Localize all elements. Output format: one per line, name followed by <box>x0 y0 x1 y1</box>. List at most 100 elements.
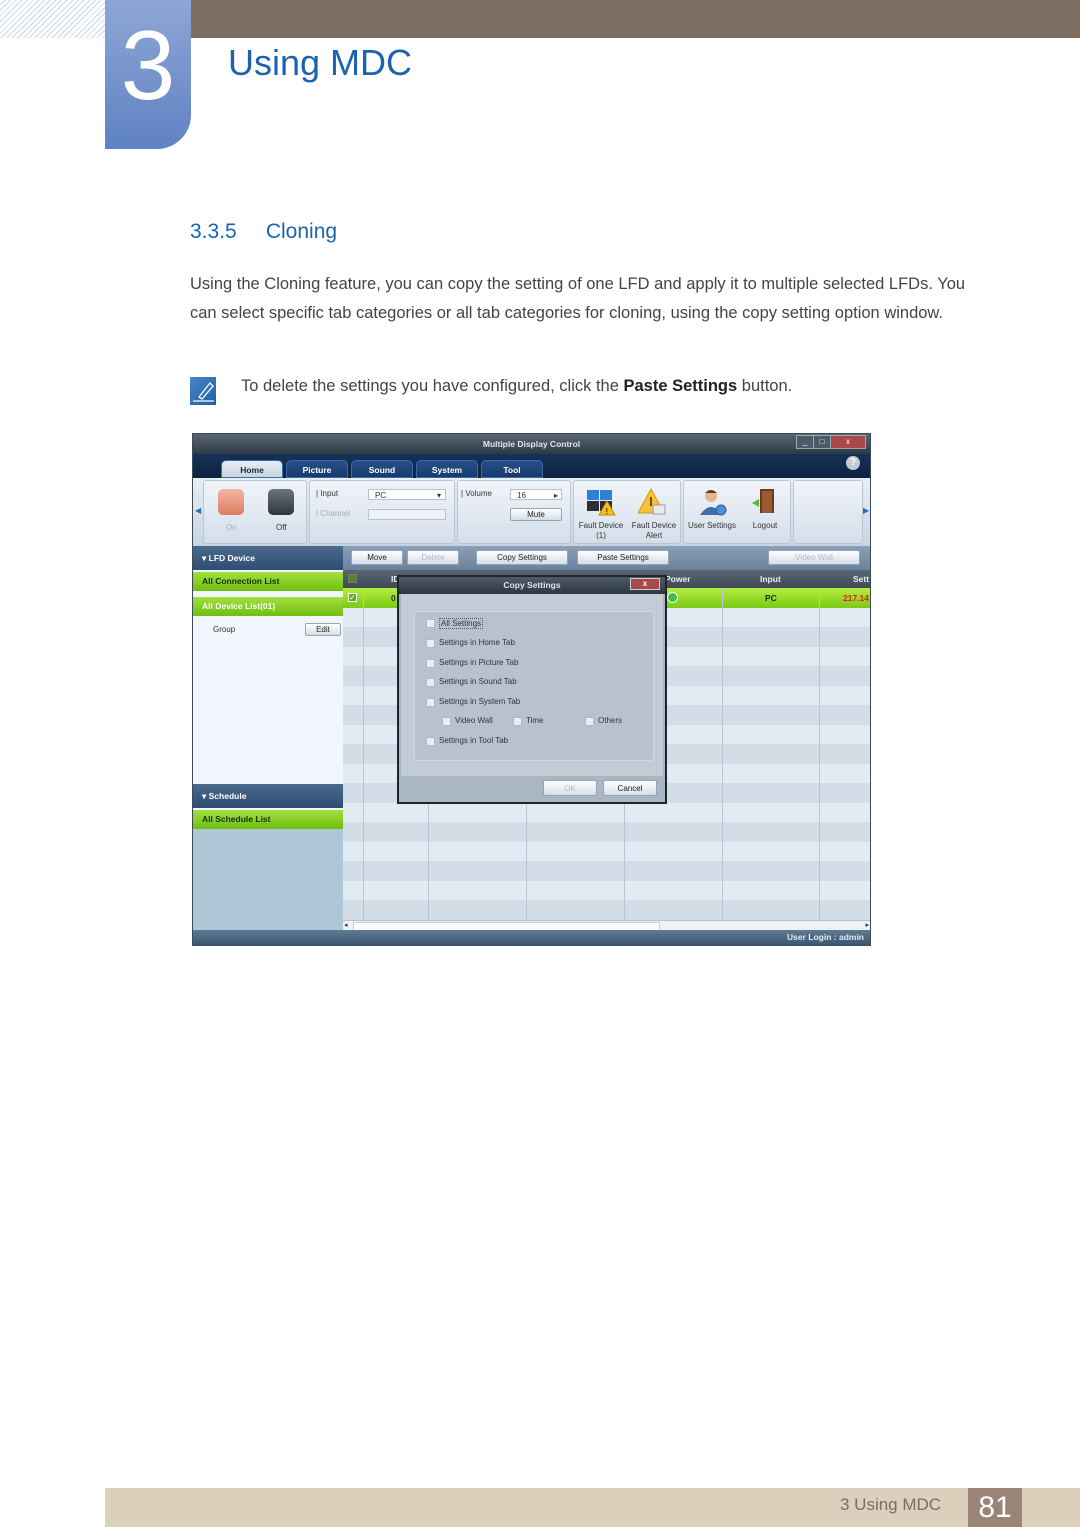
copy-settings-button[interactable]: Copy Settings <box>476 550 568 565</box>
dialog-title: Copy Settings <box>503 580 561 590</box>
fault-device-label: Fault Device (1) <box>576 521 626 541</box>
chapter-title: Using MDC <box>228 42 413 83</box>
tool-tab-checkbox[interactable] <box>426 737 435 746</box>
volume-label: | Volume <box>461 489 492 498</box>
tab-bar: Home Picture Sound System Tool ? <box>193 454 870 478</box>
fault-alert-text-1: Fault Device <box>631 521 677 530</box>
move-button[interactable]: Move <box>351 550 403 565</box>
tab-tool[interactable]: Tool <box>481 460 543 478</box>
status-bar: User Login : admin <box>193 930 870 945</box>
others-checkbox[interactable] <box>585 717 594 726</box>
ok-button[interactable]: OK <box>543 780 597 796</box>
system-tab-checkbox[interactable] <box>426 698 435 707</box>
help-icon[interactable]: ? <box>846 456 860 470</box>
tab-picture[interactable]: Picture <box>286 460 348 478</box>
fault-device-text: Fault Device <box>578 521 624 530</box>
user-settings-icon[interactable] <box>698 487 728 517</box>
cell-input: PC <box>765 593 777 603</box>
chapter-number: 3 <box>120 10 176 120</box>
picture-tab-checkbox[interactable] <box>426 659 435 668</box>
table-row <box>343 803 870 823</box>
others-label[interactable]: Others <box>598 716 622 725</box>
sidebar-item-all-connection-list[interactable]: All Connection List <box>193 572 343 591</box>
home-tab-label[interactable]: Settings in Home Tab <box>439 638 515 647</box>
time-checkbox[interactable] <box>513 717 522 726</box>
group-label: Group <box>213 625 236 634</box>
cancel-button[interactable]: Cancel <box>603 780 657 796</box>
power-group: On Off <box>203 480 307 544</box>
edit-group-button[interactable]: Edit <box>305 623 341 636</box>
system-tab-label[interactable]: Settings in System Tab <box>439 697 520 706</box>
volume-stepper[interactable]: 16 ▸ <box>510 489 562 500</box>
options-panel: All Settings Settings in Home Tab Settin… <box>414 611 654 761</box>
fault-device-icon[interactable]: ! <box>586 487 616 517</box>
grid-divider <box>819 588 820 920</box>
time-label[interactable]: Time <box>526 716 543 725</box>
column-input[interactable]: Input <box>760 574 781 584</box>
footer-chapter-label: 3 Using MDC <box>840 1495 942 1514</box>
note-prefix: To delete the settings you have configur… <box>241 377 624 395</box>
schedule-header[interactable]: ▾ Schedule <box>193 784 343 808</box>
dialog-close-button[interactable]: x <box>630 578 660 590</box>
power-off-icon[interactable] <box>268 489 294 515</box>
sound-tab-checkbox[interactable] <box>426 678 435 687</box>
input-label: | Input <box>316 489 339 498</box>
tab-system[interactable]: System <box>416 460 478 478</box>
all-settings-label[interactable]: All Settings <box>439 618 484 629</box>
input-select[interactable]: PC ▾ <box>368 489 446 500</box>
section-heading: 3.3.5 Cloning <box>190 220 337 244</box>
logout-icon[interactable] <box>750 487 780 517</box>
input-group: | Input PC ▾ | Channel <box>309 480 455 544</box>
sidebar: ▾ LFD Device All Connection List All Dev… <box>193 546 344 930</box>
schedule-list-area <box>193 829 343 930</box>
input-select-value: PC <box>375 491 387 500</box>
fault-alert-icon[interactable] <box>637 487 668 517</box>
select-all-checkbox[interactable] <box>348 574 357 583</box>
power-on-icon[interactable] <box>218 489 244 515</box>
power-off-label: Off <box>276 523 287 532</box>
page-number: 81 <box>968 1488 1022 1527</box>
mute-button[interactable]: Mute <box>510 508 562 521</box>
video-wall-label[interactable]: Video Wall <box>455 716 493 725</box>
scroll-left-icon[interactable]: ◂ <box>344 921 348 929</box>
tab-home[interactable]: Home <box>221 460 283 478</box>
scroll-right-icon[interactable]: ▸ <box>865 921 869 929</box>
video-wall-checkbox[interactable] <box>442 717 451 726</box>
channel-label-text: Channel <box>320 509 351 518</box>
column-setting[interactable]: Sett <box>853 574 869 584</box>
title-bar: Multiple Display Control _ □ x <box>193 434 870 454</box>
picture-tab-label[interactable]: Settings in Picture Tab <box>439 658 518 667</box>
grid-divider <box>722 588 723 920</box>
tab-sound[interactable]: Sound <box>351 460 413 478</box>
fault-group: ! Fault Device (1) Fault Device Alert <box>573 480 681 544</box>
minimize-button[interactable]: _ <box>796 435 814 449</box>
all-settings-checkbox[interactable] <box>426 619 435 628</box>
note-text: To delete the settings you have configur… <box>241 377 792 396</box>
sound-tab-label[interactable]: Settings in Sound Tab <box>439 677 517 686</box>
video-wall-button[interactable]: Video Wall <box>768 550 860 565</box>
cell-setting: 217.14 <box>843 593 869 603</box>
delete-button[interactable]: Delete <box>407 550 459 565</box>
close-button[interactable]: x <box>830 435 866 449</box>
power-status-icon <box>667 592 678 603</box>
chevron-down-icon: ▾ <box>436 491 441 500</box>
channel-label: | Channel <box>316 509 351 518</box>
column-power[interactable]: Power <box>665 574 691 584</box>
sidebar-item-all-device-list[interactable]: All Device List(01) <box>193 597 343 616</box>
row-checkbox[interactable]: ✓ <box>348 593 357 602</box>
lfd-device-header[interactable]: ▾ LFD Device <box>193 546 343 570</box>
logout-label: Logout <box>752 521 778 530</box>
channel-stepper[interactable] <box>368 509 446 520</box>
tool-tab-label[interactable]: Settings in Tool Tab <box>439 736 508 745</box>
sidebar-item-all-schedule-list[interactable]: All Schedule List <box>193 810 343 829</box>
window-title: Multiple Display Control <box>482 439 581 449</box>
dialog-body: All Settings Settings in Home Tab Settin… <box>401 594 663 776</box>
ribbon-scroll-right-icon[interactable]: ▶ <box>863 506 869 515</box>
paste-settings-button[interactable]: Paste Settings <box>577 550 669 565</box>
copy-settings-dialog: Copy Settings x All Settings Settings in… <box>397 575 667 804</box>
table-row <box>343 881 870 901</box>
home-tab-checkbox[interactable] <box>426 639 435 648</box>
maximize-button[interactable]: □ <box>813 435 831 449</box>
body-paragraph: Using the Cloning feature, you can copy … <box>190 275 966 322</box>
ribbon-scroll-left-icon[interactable]: ◀ <box>195 506 201 515</box>
